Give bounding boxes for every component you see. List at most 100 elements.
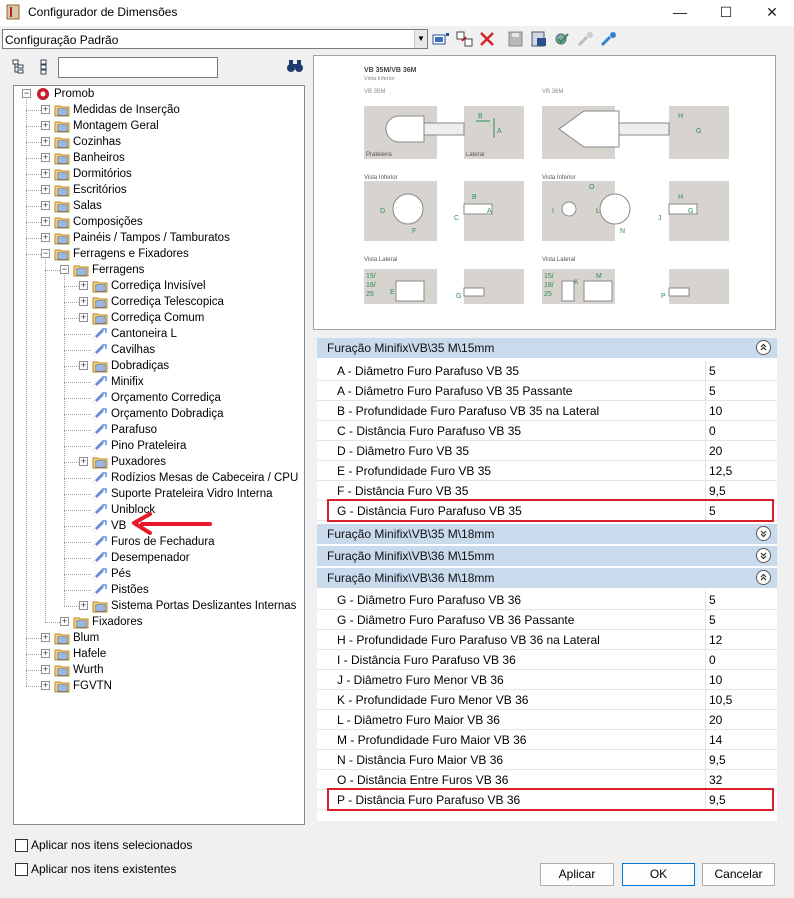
property-row[interactable]: F - Distância Furo VB 35 9,5 [317,481,777,501]
tree-item[interactable]: + Sistema Portas Deslizantes Internas [14,598,304,614]
expand-icon[interactable]: + [79,281,88,290]
tree-item[interactable]: Parafuso [14,422,304,438]
expand-icon[interactable]: + [41,201,50,210]
property-value[interactable]: 0 [709,653,716,667]
tree-item[interactable]: + Corrediça Telescopica [14,294,304,310]
tree-item[interactable]: + Escritórios [14,182,304,198]
tree-item[interactable]: − Promob [14,86,304,102]
tree-item[interactable]: Cavilhas [14,342,304,358]
apply-existing-checkbox[interactable] [15,863,28,876]
tree-item[interactable]: Cantoneira L [14,326,304,342]
tree-item[interactable]: − Ferragens [14,262,304,278]
property-value[interactable]: 5 [709,593,716,607]
tree-item[interactable]: Orçamento Corrediça [14,390,304,406]
tree-item[interactable]: + Puxadores [14,454,304,470]
expand-icon[interactable]: + [41,153,50,162]
expand-icon[interactable]: + [41,633,50,642]
property-grid[interactable]: Furação Minifix\VB\35 M\15mm A - Diâmetro… [317,338,777,821]
property-value[interactable]: 14 [709,733,722,747]
property-row[interactable]: B - Profundidade Furo Parafuso VB 35 na … [317,401,777,421]
property-value[interactable]: 10 [709,404,722,418]
import-icon[interactable] [577,31,595,47]
property-row[interactable]: H - Profundidade Furo Parafuso VB 36 na … [317,630,777,650]
tree-item[interactable]: Suporte Prateleira Vidro Interna [14,486,304,502]
save-icon[interactable] [507,31,525,47]
property-row[interactable]: G - Diâmetro Furo Parafuso VB 36 5 [317,590,777,610]
property-value[interactable]: 10,5 [709,693,732,707]
property-value[interactable]: 12 [709,633,722,647]
tree-item[interactable]: + Hafele [14,646,304,662]
category-tree[interactable]: − Promob + Medidas de Inserção + Montagem Ger… [13,85,305,825]
close-button[interactable]: ✕ [749,0,794,26]
property-value[interactable]: 10 [709,673,722,687]
property-group-header[interactable]: Furação Minifix\VB\35 M\15mm [317,338,777,358]
tree-item[interactable]: + Banheiros [14,150,304,166]
tree-item[interactable]: + Dormitórios [14,166,304,182]
tree-item[interactable]: + Corrediça Comum [14,310,304,326]
expand-icon[interactable]: + [79,297,88,306]
tree-item[interactable]: + Fixadores [14,614,304,630]
maximize-button[interactable]: ☐ [703,0,749,26]
expand-icon[interactable]: + [79,457,88,466]
property-row[interactable]: G - Diâmetro Furo Parafuso VB 36 Passant… [317,610,777,630]
property-value[interactable]: 5 [709,384,716,398]
property-value[interactable]: 9,5 [709,484,726,498]
link-icon[interactable] [600,31,618,47]
property-row[interactable]: A - Diâmetro Furo Parafuso VB 35 5 [317,361,777,381]
expand-icon[interactable]: + [41,121,50,130]
property-row[interactable]: M - Profundidade Furo Maior VB 36 14 [317,730,777,750]
tree-item[interactable]: + Dobradiças [14,358,304,374]
tree-search-input[interactable] [58,57,218,78]
expand-group-icon[interactable] [756,548,771,563]
apply-config-icon[interactable] [432,31,450,47]
tree-item[interactable]: Pistões [14,582,304,598]
property-row[interactable]: N - Distância Furo Maior VB 36 9,5 [317,750,777,770]
collapse-tree-icon[interactable] [36,59,52,75]
collapse-icon[interactable]: − [41,249,50,258]
expand-group-icon[interactable] [756,526,771,541]
expand-icon[interactable]: + [41,185,50,194]
property-value[interactable]: 20 [709,444,722,458]
copy-config-icon[interactable] [456,31,474,47]
expand-icon[interactable]: + [60,617,69,626]
tree-item[interactable]: + Painéis / Tampos / Tamburatos [14,230,304,246]
property-row[interactable]: A - Diâmetro Furo Parafuso VB 35 Passant… [317,381,777,401]
tree-item[interactable]: + Wurth [14,662,304,678]
ok-button[interactable]: OK [622,863,695,886]
expand-icon[interactable]: + [41,233,50,242]
property-group-header[interactable]: Furação Minifix\VB\36 M\18mm [317,568,777,588]
expand-icon[interactable]: + [41,649,50,658]
expand-icon[interactable]: + [41,681,50,690]
property-row[interactable]: K - Profundidade Furo Menor VB 36 10,5 [317,690,777,710]
property-row[interactable]: J - Diâmetro Furo Menor VB 36 10 [317,670,777,690]
tree-item[interactable]: + FGVTN [14,678,304,694]
tree-item[interactable]: + Composições [14,214,304,230]
tree-item[interactable]: Rodízios Mesas de Cabeceira / CPU [14,470,304,486]
collapse-icon[interactable]: − [60,265,69,274]
expand-icon[interactable]: + [79,361,88,370]
tree-item[interactable]: Desempenador [14,550,304,566]
expand-icon[interactable]: + [41,137,50,146]
dropdown-arrow-icon[interactable]: ▼ [414,30,427,48]
export-icon[interactable] [530,31,548,47]
tree-item[interactable]: + Medidas de Inserção [14,102,304,118]
property-value[interactable]: 0 [709,424,716,438]
expand-icon[interactable]: + [79,313,88,322]
tree-item[interactable]: + Montagem Geral [14,118,304,134]
property-row[interactable]: E - Profundidade Furo VB 35 12,5 [317,461,777,481]
property-group-header[interactable]: Furação Minifix\VB\36 M\15mm [317,546,777,566]
tree-item[interactable]: + Salas [14,198,304,214]
binoculars-search-icon[interactable] [286,58,304,74]
settings-check-icon[interactable] [553,31,571,47]
property-value[interactable]: 5 [709,364,716,378]
configuration-select[interactable]: Configuração Padrão ▼ [2,29,428,49]
expand-icon[interactable]: + [41,665,50,674]
property-row[interactable]: D - Diâmetro Furo VB 35 20 [317,441,777,461]
property-row[interactable]: O - Distância Entre Furos VB 36 32 [317,770,777,790]
property-row[interactable]: C - Distância Furo Parafuso VB 35 0 [317,421,777,441]
collapse-group-icon[interactable] [756,340,771,355]
property-row[interactable]: L - Diâmetro Furo Maior VB 36 20 [317,710,777,730]
property-group-header[interactable]: Furação Minifix\VB\35 M\18mm [317,524,777,544]
collapse-icon[interactable]: − [22,89,31,98]
property-value[interactable]: 9,5 [709,753,726,767]
